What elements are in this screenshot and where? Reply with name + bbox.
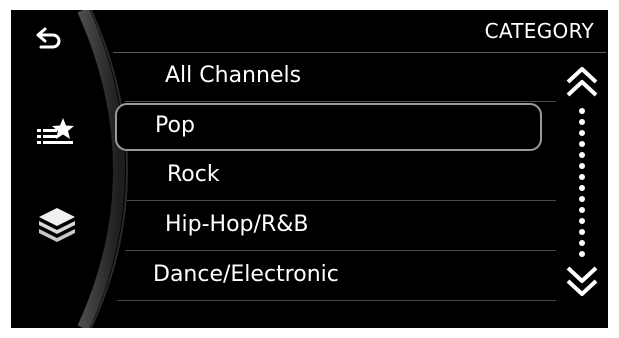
layers-button[interactable] bbox=[36, 205, 78, 249]
list-item-pop[interactable]: Pop bbox=[115, 103, 542, 151]
list-item-label: All Channels bbox=[165, 63, 302, 88]
favorites-button[interactable] bbox=[35, 114, 75, 150]
list-item-label: Rock bbox=[167, 162, 220, 187]
list-item-label: Pop bbox=[155, 113, 195, 138]
double-chevron-up-icon bbox=[566, 67, 598, 97]
scroll-dot bbox=[579, 152, 585, 158]
list-item-all-channels[interactable]: All Channels bbox=[125, 53, 556, 102]
scroll-dot bbox=[579, 218, 585, 224]
page-title: CATEGORY bbox=[484, 19, 594, 43]
list-item-label: Dance/Electronic bbox=[153, 262, 339, 287]
back-button[interactable] bbox=[35, 24, 63, 52]
scroll-dot bbox=[579, 207, 585, 213]
scroll-dot bbox=[579, 229, 585, 235]
scroll-down-button[interactable] bbox=[564, 262, 600, 298]
row-divider bbox=[125, 101, 556, 102]
scroll-dot bbox=[579, 119, 585, 125]
row-divider bbox=[117, 300, 556, 301]
scroll-dot bbox=[579, 185, 585, 191]
layers-icon bbox=[39, 208, 75, 242]
favorites-star-icon bbox=[37, 118, 74, 144]
list-item-label: Hip-Hop/R&B bbox=[165, 212, 309, 237]
scroll-position-indicator[interactable] bbox=[577, 108, 587, 258]
scroll-dot bbox=[579, 141, 585, 147]
scroll-dot bbox=[579, 163, 585, 169]
list-item-dance-electronic[interactable]: Dance/Electronic bbox=[117, 252, 556, 301]
double-chevron-down-icon bbox=[566, 266, 598, 296]
list-item-hip-hop-rnb[interactable]: Hip-Hop/R&B bbox=[125, 202, 556, 251]
scroll-up-button[interactable] bbox=[564, 65, 600, 101]
scroll-dot bbox=[579, 240, 585, 246]
scroll-dot bbox=[579, 174, 585, 180]
scroll-dot bbox=[579, 251, 585, 257]
scroll-dot bbox=[579, 196, 585, 202]
scroll-dot bbox=[579, 108, 585, 114]
scroll-dot bbox=[579, 130, 585, 136]
back-arrow-icon bbox=[36, 27, 61, 49]
row-divider bbox=[125, 250, 556, 251]
list-item-rock[interactable]: Rock bbox=[127, 152, 556, 201]
category-screen: CATEGORY All Channels Pop Rock Hip-Hop/R… bbox=[11, 10, 608, 328]
row-divider bbox=[127, 200, 556, 201]
